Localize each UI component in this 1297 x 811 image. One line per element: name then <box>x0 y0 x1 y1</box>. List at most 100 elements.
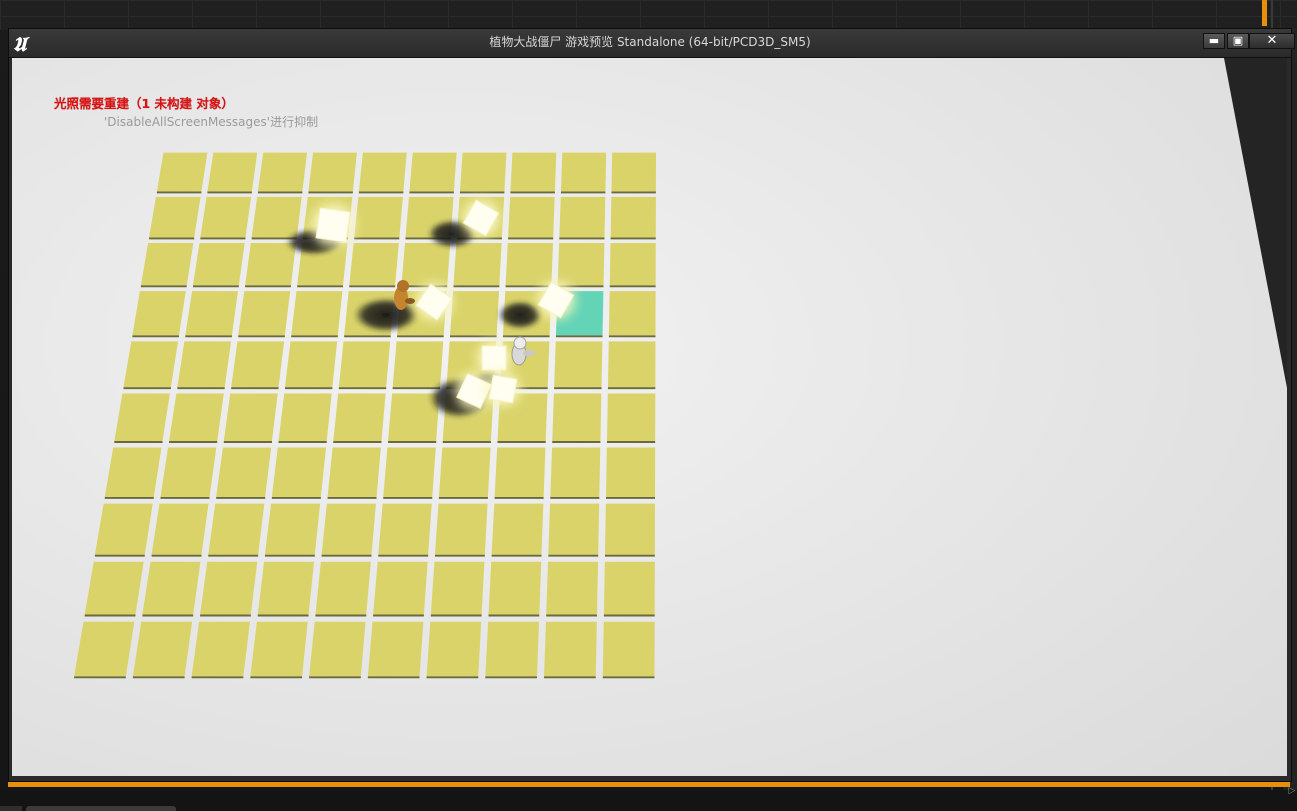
grid-tile[interactable] <box>605 447 656 497</box>
grid-tile[interactable] <box>426 621 482 677</box>
grid-tile[interactable] <box>156 152 208 192</box>
grid-tile[interactable] <box>231 341 285 388</box>
grid-tile[interactable] <box>114 393 170 441</box>
grid-tile[interactable] <box>485 621 540 677</box>
zombie-head <box>397 280 409 292</box>
grid-tile[interactable] <box>315 561 371 615</box>
grid-tile[interactable] <box>510 152 557 192</box>
grid-tile[interactable] <box>434 503 488 555</box>
grid-tile[interactable] <box>609 243 656 286</box>
grid-tile[interactable] <box>608 291 656 336</box>
grid-tile[interactable] <box>392 341 444 388</box>
grid-tile[interactable] <box>610 196 656 238</box>
grid-tile[interactable] <box>321 503 376 555</box>
grid-tile[interactable] <box>251 196 302 238</box>
grid-tile[interactable] <box>104 447 162 497</box>
scroll-right-arrow-icon[interactable]: ▷ <box>1287 784 1297 798</box>
grid-tile[interactable] <box>169 393 224 441</box>
grid-tile[interactable] <box>291 291 343 336</box>
grid-tile[interactable] <box>192 243 245 286</box>
grid-tile[interactable] <box>308 152 357 192</box>
grid-tile[interactable] <box>552 393 602 441</box>
grid-tile[interactable] <box>160 447 217 497</box>
grid-tile[interactable] <box>606 393 656 441</box>
grid-tile[interactable] <box>142 561 201 615</box>
grid-tile[interactable] <box>453 243 502 286</box>
grid-tile[interactable] <box>151 503 209 555</box>
grid-tile[interactable] <box>560 152 607 192</box>
grid-tile[interactable] <box>132 291 186 336</box>
sun-cube[interactable] <box>315 207 351 243</box>
orange-wire <box>1262 0 1267 26</box>
maximize-button[interactable]: ▣ <box>1227 33 1249 49</box>
grid-tile[interactable] <box>207 152 258 192</box>
editor-bottom-tab-left[interactable] <box>0 806 22 811</box>
sun-cube[interactable] <box>481 345 507 371</box>
grid-tile[interactable] <box>546 561 599 615</box>
minimize-button[interactable]: ▬ <box>1203 33 1225 49</box>
editor-bottom-tab[interactable] <box>26 806 176 811</box>
grid-tile[interactable] <box>409 152 457 192</box>
tile-edge <box>603 614 655 617</box>
grid-tile[interactable] <box>378 503 432 555</box>
grid-tile[interactable] <box>285 341 338 388</box>
grid-tile[interactable] <box>94 503 153 555</box>
grid-tile[interactable] <box>140 243 194 286</box>
grid-tile[interactable] <box>185 291 239 336</box>
grid-tile[interactable] <box>491 503 544 555</box>
grid-tile[interactable] <box>607 341 656 388</box>
grid-tile[interactable] <box>494 447 546 497</box>
grid-tile[interactable] <box>216 447 272 497</box>
grid-tile[interactable] <box>250 621 308 677</box>
grid-tile[interactable] <box>401 243 451 286</box>
game-viewport[interactable]: 光照需要重建（1 未构建 对象） 'DisableAllScreenMessag… <box>12 58 1287 776</box>
grid-tile[interactable] <box>257 561 315 615</box>
grid-tile[interactable] <box>191 621 250 677</box>
grid-tile[interactable] <box>367 621 424 677</box>
grid-tile[interactable] <box>200 196 252 238</box>
grid-tile[interactable] <box>554 341 603 388</box>
grid-tile[interactable] <box>383 447 436 497</box>
grid-tile[interactable] <box>508 196 555 238</box>
grid-tile[interactable] <box>271 447 327 497</box>
grid-tile[interactable] <box>354 196 403 238</box>
grid-tile[interactable] <box>559 196 606 238</box>
grid-tile[interactable] <box>602 621 655 677</box>
grid-tile[interactable] <box>488 561 542 615</box>
grid-tile[interactable] <box>278 393 332 441</box>
sun-cube[interactable] <box>488 374 518 404</box>
grid-tile[interactable] <box>223 393 278 441</box>
grid-tile[interactable] <box>333 393 386 441</box>
grid-tile[interactable] <box>603 561 655 615</box>
grid-tile[interactable] <box>349 243 399 286</box>
grid-tile[interactable] <box>544 621 597 677</box>
grid-tile[interactable] <box>149 196 201 238</box>
grid-tile[interactable] <box>208 503 265 555</box>
grid-tile[interactable] <box>177 341 232 388</box>
grid-tile[interactable] <box>84 561 144 615</box>
grid-tile[interactable] <box>338 341 391 388</box>
grid-tile[interactable] <box>548 503 600 555</box>
grid-tile[interactable] <box>264 503 321 555</box>
grid-tile[interactable] <box>358 152 407 192</box>
game-scene[interactable] <box>12 58 1287 776</box>
grid-tile[interactable] <box>200 561 258 615</box>
grid-tile[interactable] <box>459 152 507 192</box>
grid-tile[interactable] <box>309 621 366 677</box>
grid-tile[interactable] <box>604 503 655 555</box>
grid-tile[interactable] <box>132 621 193 677</box>
window-titlebar[interactable]: 𝖀 植物大战僵尸 游戏预览 Standalone (64-bit/PCD3D_S… <box>9 29 1295 58</box>
grid-tile[interactable] <box>123 341 179 388</box>
grid-tile[interactable] <box>438 447 491 497</box>
grid-tile[interactable] <box>257 152 308 192</box>
grid-tile[interactable] <box>430 561 485 615</box>
grid-tile[interactable] <box>74 621 135 677</box>
grid-tile[interactable] <box>611 152 657 192</box>
grid-tile[interactable] <box>450 291 500 336</box>
grid-tile[interactable] <box>327 447 381 497</box>
grid-tile[interactable] <box>550 447 601 497</box>
grid-tile[interactable] <box>245 243 297 286</box>
grid-tile[interactable] <box>373 561 428 615</box>
close-button[interactable]: ✕ <box>1249 33 1295 49</box>
grid-tile[interactable] <box>238 291 291 336</box>
